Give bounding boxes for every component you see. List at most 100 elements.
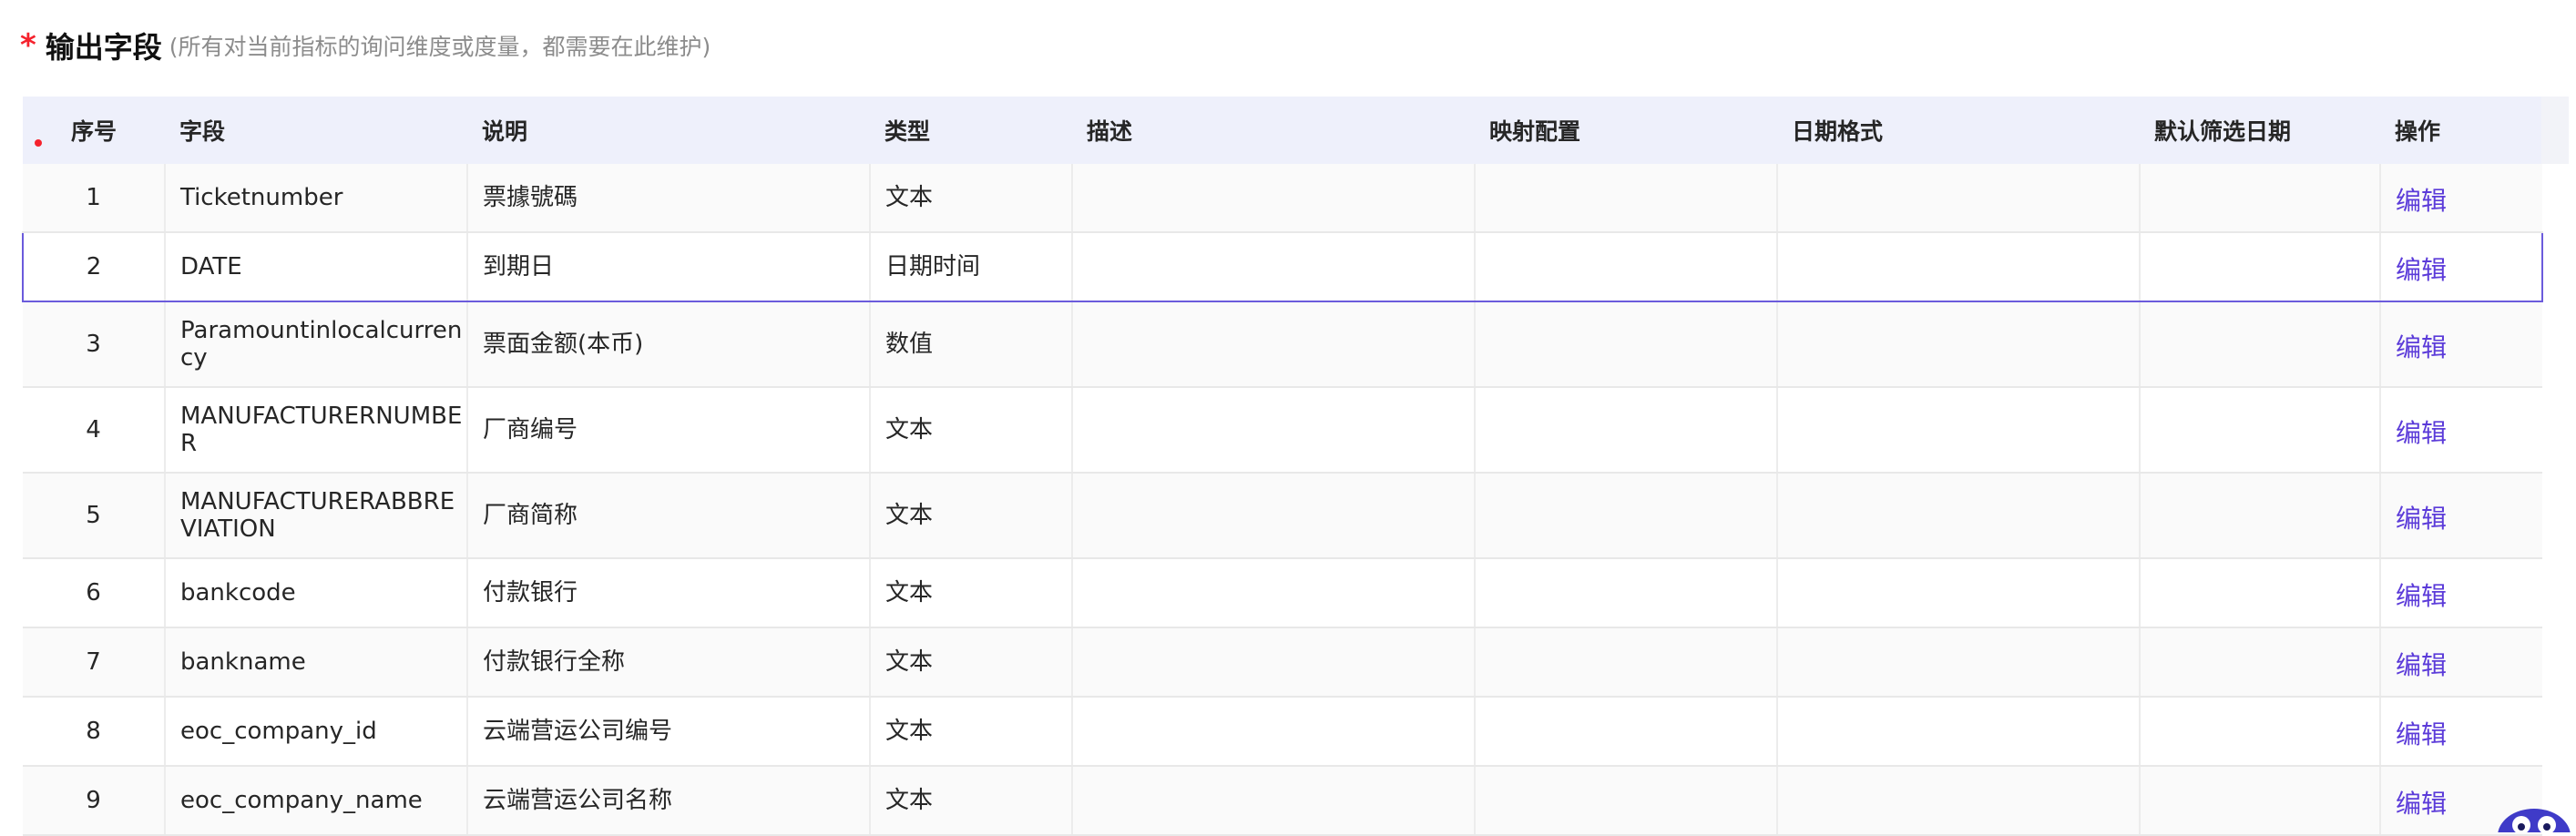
cell-default-date bbox=[2140, 766, 2381, 836]
cell-mapping bbox=[1475, 387, 1778, 474]
table-row[interactable]: 9 eoc_company_name 云端营运公司名称 文本 编辑 bbox=[23, 766, 2542, 836]
cell-label: 厂商简称 bbox=[467, 473, 871, 559]
cell-type: 文本 bbox=[870, 558, 1073, 628]
cell-action: 编辑 bbox=[2380, 164, 2542, 233]
table-header-row: 序号 字段 说明 类型 描述 映射配置 日期格式 默认筛选日期 操作 bbox=[23, 97, 2542, 164]
owl-mascot-icon[interactable] bbox=[2496, 801, 2572, 832]
cell-desc bbox=[1072, 473, 1476, 559]
header-field: 字段 bbox=[165, 97, 467, 164]
cell-mapping bbox=[1475, 164, 1778, 233]
cell-field: eoc_company_name bbox=[165, 766, 468, 836]
cell-type: 文本 bbox=[870, 766, 1073, 836]
cell-seq: 2 bbox=[22, 231, 166, 302]
cell-label: 付款银行全称 bbox=[467, 627, 871, 698]
cell-action: 编辑 bbox=[2380, 387, 2542, 474]
cell-desc bbox=[1072, 231, 1476, 302]
cell-desc bbox=[1072, 697, 1476, 767]
cell-field: Paramountinlocalcurrency bbox=[165, 301, 468, 388]
cell-default-date bbox=[2140, 231, 2381, 302]
cell-field: Ticketnumber bbox=[165, 164, 468, 233]
cell-label: 票面金额(本币) bbox=[467, 301, 871, 388]
cell-seq: 3 bbox=[23, 301, 166, 388]
cell-date-format bbox=[1777, 164, 2141, 233]
cell-default-date bbox=[2140, 473, 2381, 559]
cell-default-date bbox=[2140, 558, 2381, 628]
cell-mapping bbox=[1475, 697, 1778, 767]
edit-link[interactable]: 编辑 bbox=[2396, 418, 2447, 448]
cell-type: 文本 bbox=[870, 164, 1073, 233]
header-action: 操作 bbox=[2380, 97, 2542, 164]
edit-link[interactable]: 编辑 bbox=[2396, 504, 2447, 534]
cell-label: 云端营运公司名称 bbox=[467, 766, 871, 836]
header-date-format: 日期格式 bbox=[1777, 97, 2140, 164]
table-row[interactable]: 6 bankcode 付款银行 文本 编辑 bbox=[23, 558, 2542, 628]
cell-action: 编辑 bbox=[2380, 231, 2543, 302]
section-title: 输出字段 bbox=[45, 30, 162, 65]
cell-default-date bbox=[2140, 301, 2381, 388]
table-row-selected[interactable]: 2 DATE 到期日 日期时间 编辑 bbox=[22, 231, 2543, 302]
table-row[interactable]: 8 eoc_company_id 云端营运公司编号 文本 编辑 bbox=[23, 697, 2542, 767]
cell-desc bbox=[1072, 301, 1476, 388]
cell-action: 编辑 bbox=[2380, 473, 2542, 559]
cell-date-format bbox=[1777, 627, 2141, 698]
output-fields-table-wrapper: 序号 字段 说明 类型 描述 映射配置 日期格式 默认筛选日期 操作 1 Tic… bbox=[22, 97, 2543, 836]
cell-date-format bbox=[1777, 558, 2141, 628]
cell-action: 编辑 bbox=[2380, 697, 2542, 767]
cell-mapping bbox=[1475, 766, 1778, 836]
cell-label: 付款银行 bbox=[467, 558, 871, 628]
cell-desc bbox=[1072, 766, 1476, 836]
cell-action: 编辑 bbox=[2380, 558, 2542, 628]
cell-label: 厂商编号 bbox=[467, 387, 871, 474]
cell-seq: 4 bbox=[23, 387, 166, 474]
cell-mapping bbox=[1475, 231, 1778, 302]
table-row[interactable]: 7 bankname 付款银行全称 文本 编辑 bbox=[23, 627, 2542, 698]
cell-action: 编辑 bbox=[2380, 301, 2542, 388]
cell-desc bbox=[1072, 387, 1476, 474]
cell-seq: 6 bbox=[23, 558, 166, 628]
edit-link[interactable]: 编辑 bbox=[2396, 719, 2447, 749]
cell-desc bbox=[1072, 558, 1476, 628]
required-mark: * bbox=[20, 27, 36, 64]
cell-type: 数值 bbox=[870, 301, 1073, 388]
edit-link[interactable]: 编辑 bbox=[2396, 789, 2447, 819]
cell-field: bankname bbox=[165, 627, 468, 698]
cell-date-format bbox=[1777, 387, 2141, 474]
cell-seq: 5 bbox=[23, 473, 166, 559]
header-seq: 序号 bbox=[23, 97, 165, 164]
cell-default-date bbox=[2140, 697, 2381, 767]
header-mapping: 映射配置 bbox=[1475, 97, 1777, 164]
edit-link[interactable]: 编辑 bbox=[2396, 186, 2447, 216]
edit-link[interactable]: 编辑 bbox=[2396, 332, 2447, 362]
edit-link[interactable]: 编辑 bbox=[2396, 581, 2447, 611]
cell-field: eoc_company_id bbox=[165, 697, 468, 767]
cell-field: MANUFACTURERNUMBER bbox=[165, 387, 468, 474]
cell-field: bankcode bbox=[165, 558, 468, 628]
cell-seq: 8 bbox=[23, 697, 166, 767]
header-type: 类型 bbox=[870, 97, 1072, 164]
cell-label: 云端营运公司编号 bbox=[467, 697, 871, 767]
cell-field: DATE bbox=[165, 231, 468, 302]
edit-link[interactable]: 编辑 bbox=[2396, 650, 2447, 680]
cell-field: MANUFACTURERABBREVIATION bbox=[165, 473, 468, 559]
cell-seq: 9 bbox=[23, 766, 166, 836]
cell-type: 日期时间 bbox=[870, 231, 1073, 302]
cell-date-format bbox=[1777, 473, 2141, 559]
section-header: * 输出字段 (所有对当前指标的询问维度或度量，都需要在此维护) bbox=[20, 20, 710, 71]
table-row[interactable]: 3 Paramountinlocalcurrency 票面金额(本币) 数值 编… bbox=[23, 301, 2542, 388]
table-row[interactable]: 5 MANUFACTURERABBREVIATION 厂商简称 文本 编辑 bbox=[23, 473, 2542, 559]
cell-desc bbox=[1072, 627, 1476, 698]
edit-link[interactable]: 编辑 bbox=[2396, 255, 2447, 285]
cell-default-date bbox=[2140, 387, 2381, 474]
cell-desc bbox=[1072, 164, 1476, 233]
table-header-scroll-gutter bbox=[2541, 97, 2569, 164]
table-body: 1 Ticketnumber 票據號碼 文本 编辑 2 DATE 到期日 日期时… bbox=[22, 164, 2543, 836]
header-label: 说明 bbox=[467, 97, 870, 164]
cell-mapping bbox=[1475, 301, 1778, 388]
cell-date-format bbox=[1777, 766, 2141, 836]
cell-label: 票據號碼 bbox=[467, 164, 871, 233]
cell-type: 文本 bbox=[870, 697, 1073, 767]
table-row[interactable]: 1 Ticketnumber 票據號碼 文本 编辑 bbox=[23, 164, 2542, 233]
cell-date-format bbox=[1777, 231, 2141, 302]
table-row[interactable]: 4 MANUFACTURERNUMBER 厂商编号 文本 编辑 bbox=[23, 387, 2542, 474]
cell-mapping bbox=[1475, 627, 1778, 698]
